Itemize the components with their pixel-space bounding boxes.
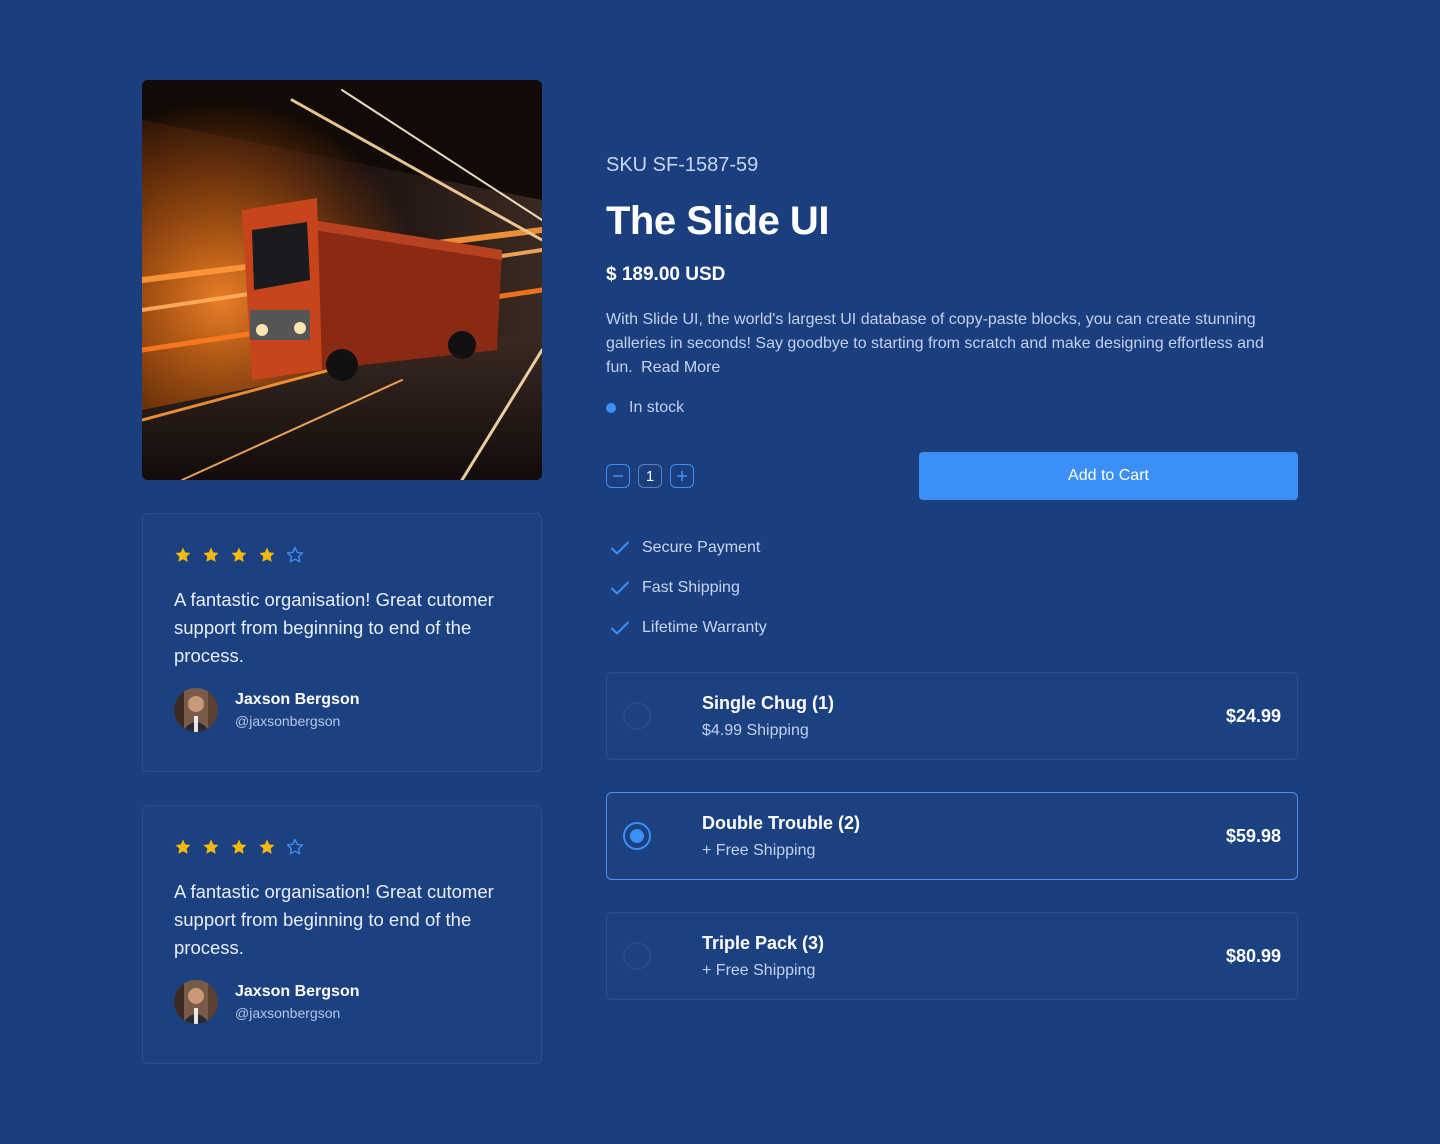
star-filled-icon <box>175 547 191 562</box>
minus-icon <box>613 475 623 477</box>
star-filled-icon <box>259 839 275 854</box>
increment-button[interactable] <box>670 464 694 488</box>
product-title: The Slide UI <box>606 199 829 243</box>
option-name: Triple Pack (3) <box>702 933 825 953</box>
feature-list: Secure Payment Fast Shipping Lifetime Wa… <box>606 528 1298 648</box>
add-to-cart-button[interactable]: Add to Cart <box>919 452 1298 500</box>
check-icon <box>611 621 629 635</box>
reviewer-name: Jaxson Bergson <box>235 690 360 708</box>
option-single-chug[interactable]: Single Chug (1) $4.99 Shipping $24.99 <box>606 672 1298 760</box>
star-rating <box>174 544 510 566</box>
star-filled-icon <box>203 839 219 854</box>
star-filled-icon <box>259 547 275 562</box>
option-price: $59.98 <box>1225 825 1281 846</box>
check-icon <box>611 581 629 595</box>
left-column: A fantastic organisation! Great cutomer … <box>142 80 542 1064</box>
plus-icon <box>677 471 687 481</box>
review-card: A fantastic organisation! Great cutomer … <box>142 513 542 772</box>
reviewer-handle: @jaxsonbergson <box>235 1004 341 1021</box>
radio-button[interactable] <box>623 822 651 850</box>
feature-item: Secure Payment <box>606 528 1298 568</box>
stock-status: In stock <box>606 396 1298 420</box>
feature-label: Fast Shipping <box>642 579 740 596</box>
feature-label: Secure Payment <box>642 539 761 556</box>
option-price: $24.99 <box>1225 705 1281 726</box>
reviewer-name: Jaxson Bergson <box>235 982 360 1000</box>
product-image <box>142 80 542 480</box>
product-description: With Slide UI, the world's largest UI da… <box>606 308 1286 380</box>
option-shipping: $4.99 Shipping <box>702 722 809 739</box>
quantity-input[interactable]: 1 <box>638 464 662 488</box>
feature-label: Lifetime Warranty <box>642 619 767 636</box>
option-price: $80.99 <box>1225 945 1281 966</box>
star-filled-icon <box>231 839 247 854</box>
reviewer-handle: @jaxsonbergson <box>235 712 341 729</box>
star-filled-icon <box>175 839 191 854</box>
avatar-image <box>174 980 218 1024</box>
option-shipping: + Free Shipping <box>702 842 816 859</box>
star-outline-icon <box>286 546 304 563</box>
review-text: A fantastic organisation! Great cutomer … <box>174 881 494 958</box>
decrement-button[interactable] <box>606 464 630 488</box>
stock-dot-icon <box>606 403 616 413</box>
feature-item: Fast Shipping <box>606 568 1298 608</box>
quantity-stepper: 1 <box>606 464 694 488</box>
star-filled-icon <box>203 547 219 562</box>
reviewer: Jaxson Bergson @jaxsonbergson <box>174 980 510 1024</box>
review-card: A fantastic organisation! Great cutomer … <box>142 805 542 1064</box>
avatar-image <box>174 688 218 732</box>
product-sku: SKU SF-1587-59 <box>606 154 759 176</box>
read-more-link[interactable]: Read More <box>641 359 720 376</box>
option-triple-pack[interactable]: Triple Pack (3) + Free Shipping $80.99 <box>606 912 1298 1000</box>
product-price: $ 189.00 USD <box>606 264 726 285</box>
bundle-options: Single Chug (1) $4.99 Shipping $24.99 Do… <box>606 672 1298 1000</box>
check-icon <box>611 541 629 555</box>
review-text: A fantastic organisation! Great cutomer … <box>174 589 494 666</box>
star-outline-icon <box>286 838 304 855</box>
star-filled-icon <box>231 547 247 562</box>
star-rating <box>174 836 510 858</box>
radio-button[interactable] <box>623 942 651 970</box>
avatar <box>174 688 218 732</box>
option-name: Single Chug (1) <box>702 693 834 713</box>
product-details: SKU SF-1587-59 The Slide UI $ 189.00 USD… <box>606 150 1298 1032</box>
stock-label: In stock <box>629 399 685 416</box>
cart-row: 1 Add to Cart <box>606 452 1298 500</box>
truck-photo <box>142 80 542 480</box>
option-name: Double Trouble (2) <box>702 813 861 833</box>
option-shipping: + Free Shipping <box>702 962 816 979</box>
radio-button[interactable] <box>623 702 651 730</box>
option-double-trouble[interactable]: Double Trouble (2) + Free Shipping $59.9… <box>606 792 1298 880</box>
avatar <box>174 980 218 1024</box>
reviewer: Jaxson Bergson @jaxsonbergson <box>174 688 510 732</box>
feature-item: Lifetime Warranty <box>606 608 1298 648</box>
